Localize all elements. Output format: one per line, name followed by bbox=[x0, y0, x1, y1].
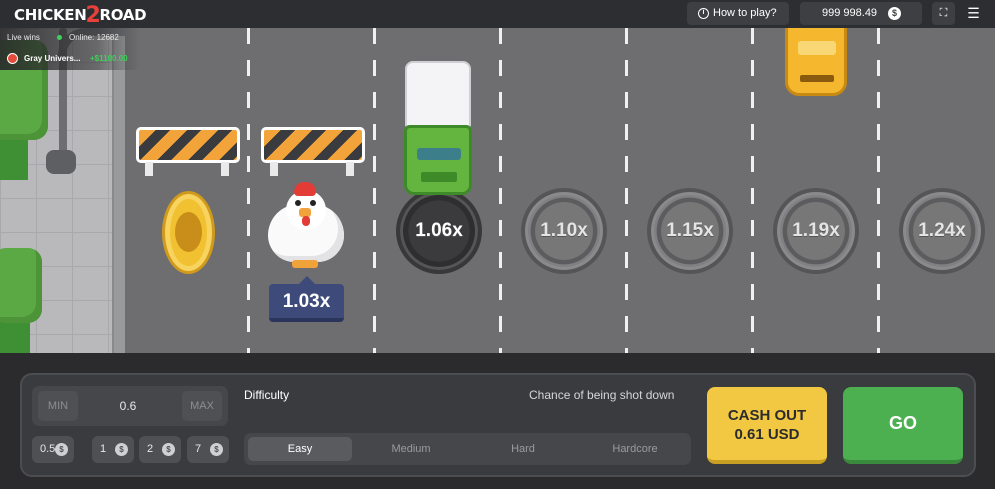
fullscreen-button[interactable]: ⛶ bbox=[932, 2, 955, 25]
cash-out-button[interactable]: CASH OUT 0.61 USD bbox=[707, 387, 827, 464]
difficulty-label: Difficulty bbox=[244, 388, 290, 402]
road-barrier-icon bbox=[136, 127, 240, 176]
lane-multiplier-1[interactable]: 1.06x bbox=[396, 188, 482, 274]
chicken-icon bbox=[264, 182, 346, 268]
gold-coin-icon bbox=[162, 191, 215, 274]
info-icon: i bbox=[698, 8, 709, 19]
lane-multiplier-2[interactable]: 1.10x bbox=[521, 188, 607, 274]
bet-amount-input[interactable]: 0.6 bbox=[100, 386, 156, 426]
cash-out-amount: 0.61 USD bbox=[734, 426, 800, 443]
dollar-coin-icon: $ bbox=[115, 443, 128, 456]
go-button[interactable]: GO bbox=[843, 387, 963, 464]
live-wins-label: Live wins bbox=[7, 33, 40, 42]
difficulty-easy[interactable]: Easy bbox=[248, 437, 352, 461]
win-amount: +$1100.00 bbox=[90, 54, 128, 63]
grass-patch bbox=[0, 318, 30, 353]
current-multiplier-badge: 1.03x bbox=[269, 276, 344, 322]
quick-bet-0-5[interactable]: 0.5 $ bbox=[32, 436, 74, 463]
min-bet-button[interactable]: MIN bbox=[38, 391, 78, 421]
lane-divider bbox=[625, 28, 628, 353]
truck-icon bbox=[402, 61, 474, 198]
lane-divider bbox=[877, 28, 880, 353]
dollar-coin-icon: $ bbox=[888, 7, 901, 20]
how-to-play-label: How to play? bbox=[713, 7, 777, 19]
fullscreen-icon: ⛶ bbox=[939, 7, 948, 19]
tree-icon bbox=[0, 248, 42, 323]
lane-multiplier-5[interactable]: 1.24x bbox=[899, 188, 985, 274]
multiplier-label: 1.24x bbox=[918, 220, 966, 241]
live-wins-feed: Live wins Online: 12682 Gray Univers... … bbox=[0, 28, 140, 70]
online-dot-icon bbox=[57, 35, 62, 40]
dollar-coin-icon: $ bbox=[162, 443, 175, 456]
multiplier-label: 1.06x bbox=[415, 220, 463, 241]
lane-divider bbox=[499, 28, 502, 353]
road-barrier-icon bbox=[261, 127, 365, 176]
quick-bet-7[interactable]: 7 $ bbox=[187, 436, 229, 463]
difficulty-medium[interactable]: Medium bbox=[359, 437, 463, 461]
lane-multiplier-4[interactable]: 1.19x bbox=[773, 188, 859, 274]
dollar-coin-icon: $ bbox=[210, 443, 223, 456]
online-count: Online: 12682 bbox=[69, 33, 119, 42]
how-to-play-button[interactable]: i How to play? bbox=[687, 2, 789, 25]
multiplier-label: 1.15x bbox=[666, 220, 714, 241]
hamburger-menu-icon: ☰ bbox=[967, 5, 980, 21]
menu-button[interactable]: ☰ bbox=[962, 2, 985, 25]
taxi-car-icon bbox=[781, 22, 851, 98]
grass-patch bbox=[0, 140, 28, 180]
difficulty-hardcore[interactable]: Hardcore bbox=[583, 437, 687, 461]
quick-bet-2[interactable]: 2 $ bbox=[139, 436, 181, 463]
balance-value: 999 998.49 bbox=[822, 7, 878, 19]
top-bar: CHICKEN2ROAD i How to play? 999 998.49 $… bbox=[0, 0, 995, 28]
max-bet-button[interactable]: MAX bbox=[182, 391, 222, 421]
player-avatar bbox=[7, 53, 18, 64]
quick-bet-1[interactable]: 1 $ bbox=[92, 436, 134, 463]
balance-display: 999 998.49 $ bbox=[800, 2, 922, 25]
lane-divider bbox=[247, 28, 250, 353]
difficulty-hard[interactable]: Hard bbox=[471, 437, 575, 461]
multiplier-label: 1.10x bbox=[540, 220, 588, 241]
lane-multiplier-3[interactable]: 1.15x bbox=[647, 188, 733, 274]
dollar-coin-icon: $ bbox=[55, 443, 68, 456]
street-lamp-base bbox=[46, 150, 76, 174]
curb bbox=[112, 28, 125, 353]
game-root: CHICKEN2ROAD i How to play? 999 998.49 $… bbox=[0, 0, 995, 489]
chance-label: Chance of being shot down bbox=[529, 388, 675, 402]
game-logo: CHICKEN2ROAD bbox=[14, 3, 147, 28]
multiplier-label: 1.19x bbox=[792, 220, 840, 241]
player-name: Gray Univers... bbox=[24, 54, 81, 63]
lane-divider bbox=[751, 28, 754, 353]
lane-divider bbox=[373, 28, 376, 353]
cash-out-label: CASH OUT bbox=[727, 407, 807, 424]
